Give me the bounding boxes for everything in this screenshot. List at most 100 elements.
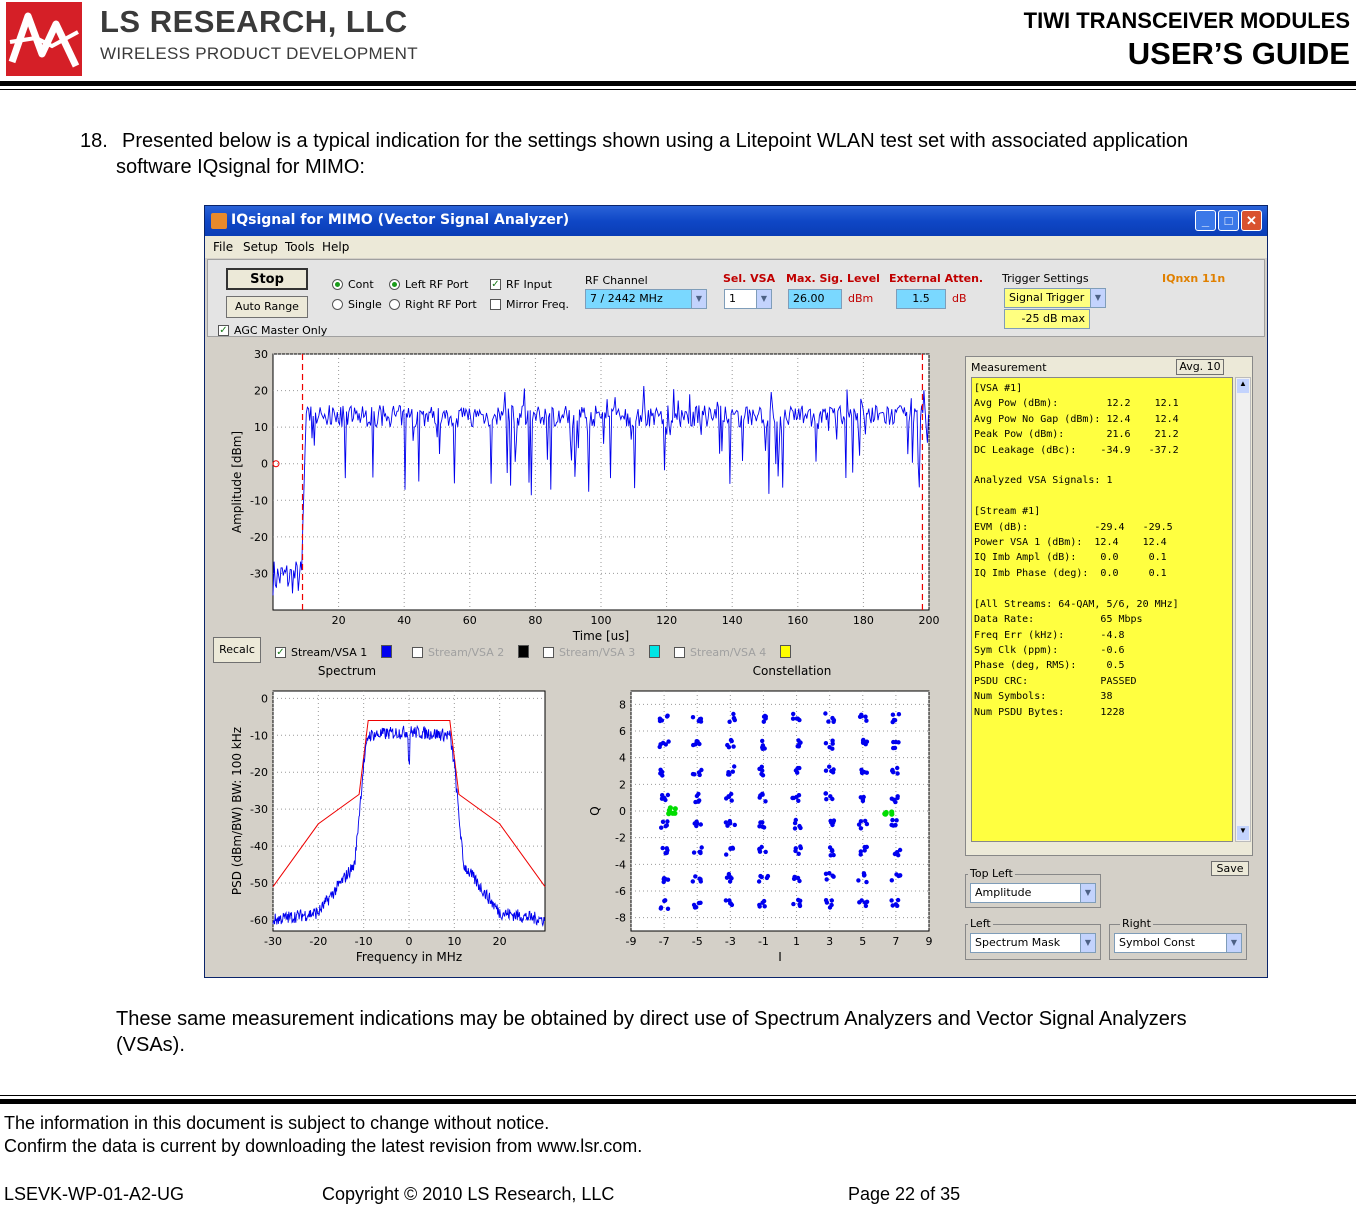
ext-atten-input[interactable]: 1.5	[896, 289, 946, 309]
trigger-level-input[interactable]: -25 dB max	[1004, 309, 1090, 329]
constellation-point	[726, 871, 732, 877]
left-port-radio[interactable]	[389, 279, 400, 290]
document-title: TIWI TRANSCEIVER MODULES	[1023, 8, 1350, 33]
rf-channel-select[interactable]: 7 / 2442 MHz ▼	[585, 289, 707, 309]
constellation-point	[797, 823, 802, 829]
left-port-label: Left RF Port	[405, 278, 469, 291]
auto-range-button[interactable]: Auto Range	[226, 296, 308, 318]
spec-y-tick-label: -20	[250, 766, 268, 779]
constellation-point	[760, 746, 765, 751]
constellation-point	[859, 714, 864, 719]
closing-text-1: These same measurement indications may b…	[116, 1008, 1187, 1030]
right-select[interactable]: Symbol Const ▼	[1114, 933, 1242, 953]
measurement-label: Measurement	[971, 361, 1047, 374]
scroll-down-icon[interactable]: ▼	[1237, 826, 1249, 840]
menu-file[interactable]: File	[213, 240, 233, 254]
constellation-point	[797, 765, 802, 771]
max-sig-input[interactable]: 26.00	[788, 289, 842, 309]
constellation-point	[898, 873, 903, 878]
app-window: IQsignal for MIMO (Vector Signal Analyze…	[204, 205, 1268, 978]
trigger-label: Trigger Settings	[1002, 272, 1089, 285]
const-x-tick-label: -3	[725, 935, 736, 948]
amp-x-tick-label: 180	[853, 614, 874, 627]
chevron-down-icon[interactable]: ▼	[1080, 934, 1095, 952]
agc-label: AGC Master Only	[234, 324, 328, 337]
menu-tools[interactable]: Tools	[285, 240, 315, 254]
measurement-scrollbar[interactable]: ▲ ▼	[1235, 377, 1251, 842]
chevron-down-icon[interactable]: ▼	[1226, 934, 1241, 952]
constellation-point	[796, 851, 801, 856]
sel-vsa-label: Sel. VSA	[723, 272, 776, 285]
sel-vsa-select[interactable]: 1 ▼	[724, 289, 772, 309]
constellation-point	[699, 845, 704, 850]
menu-help[interactable]: Help	[322, 240, 349, 254]
constellation-point	[793, 817, 798, 823]
spectrum-title: Spectrum	[318, 664, 376, 678]
agc-checkbox[interactable]: ✓	[218, 325, 229, 336]
stream-color-swatch-2[interactable]	[518, 645, 529, 658]
constellation-point	[693, 874, 698, 879]
rf-channel-label: RF Channel	[585, 274, 648, 287]
const-x-tick-label: 7	[892, 935, 899, 948]
stream-color-swatch-1[interactable]	[381, 645, 392, 658]
footer-page: Page 22 of 35	[848, 1184, 961, 1204]
stream-color-swatch-3[interactable]	[649, 645, 660, 658]
constellation-point	[760, 738, 765, 744]
constellation-point	[895, 771, 900, 776]
const-y-axis-label: Q	[588, 806, 602, 815]
stop-button[interactable]: Stop	[226, 268, 308, 290]
rf-input-checkbox[interactable]: ✓	[490, 279, 501, 290]
const-y-tick-label: 8	[619, 698, 626, 711]
recalc-button[interactable]: Recalc	[213, 637, 261, 663]
const-x-tick-label: -1	[758, 935, 769, 948]
constellation-pilot-point	[889, 811, 895, 817]
header-rule	[0, 81, 1356, 86]
constellation-point	[763, 799, 768, 804]
const-y-tick-label: -6	[615, 885, 626, 898]
stream-checkbox-4[interactable]	[674, 647, 685, 658]
constellation-point	[797, 717, 802, 723]
constellation-point	[697, 849, 702, 855]
avg-button[interactable]: Avg. 10	[1176, 359, 1224, 375]
constellation-point	[760, 773, 766, 778]
stream-checkbox-3[interactable]	[543, 647, 554, 658]
amp-y-tick-label: -30	[250, 567, 268, 580]
stream-checkbox-1[interactable]: ✓	[275, 647, 286, 658]
chevron-down-icon[interactable]: ▼	[1090, 289, 1105, 307]
lower-charts: Spectrum-30 -20 -10 0 10 200-10-20-30-40-50-6…	[230, 664, 933, 964]
constellation-point	[732, 822, 737, 828]
right-value: Symbol Const	[1119, 936, 1195, 949]
trigger-select[interactable]: Signal Trigger ▼	[1004, 288, 1106, 308]
spec-y-tick-label: -50	[250, 877, 268, 890]
constellation-point	[660, 793, 665, 798]
constellation-point	[827, 905, 833, 910]
constellation-point	[762, 904, 767, 909]
stream-color-swatch-4[interactable]	[780, 645, 791, 658]
constellation-point	[691, 850, 697, 855]
sel-vsa-value: 1	[729, 292, 736, 305]
close-icon[interactable]: ✕	[1241, 210, 1262, 231]
constellation-point	[665, 819, 670, 824]
stream-checkbox-2[interactable]	[412, 647, 423, 658]
cont-radio[interactable]	[332, 279, 343, 290]
constellation-point	[889, 898, 894, 903]
maximize-icon[interactable]: □	[1218, 210, 1239, 231]
constellation-point	[730, 845, 735, 850]
menu-setup[interactable]: Setup	[243, 240, 278, 254]
right-port-radio[interactable]	[389, 299, 400, 310]
chevron-down-icon[interactable]: ▼	[691, 290, 706, 308]
minimize-icon[interactable]: _	[1195, 210, 1216, 231]
save-button[interactable]: Save	[1211, 861, 1249, 876]
left-select[interactable]: Spectrum Mask ▼	[970, 933, 1096, 953]
scroll-up-icon[interactable]: ▲	[1237, 379, 1249, 393]
chevron-down-icon[interactable]: ▼	[1080, 884, 1095, 902]
mirror-checkbox[interactable]	[490, 299, 501, 310]
constellation-point	[830, 746, 835, 751]
top-left-select[interactable]: Amplitude ▼	[970, 883, 1096, 903]
max-sig-unit: dBm	[848, 292, 874, 305]
title-bar: IQsignal for MIMO (Vector Signal Analyze…	[205, 206, 1267, 236]
amp-x-tick-label: 40	[397, 614, 411, 627]
constellation-point	[896, 712, 902, 717]
chevron-down-icon[interactable]: ▼	[756, 290, 771, 308]
single-radio[interactable]	[332, 299, 343, 310]
